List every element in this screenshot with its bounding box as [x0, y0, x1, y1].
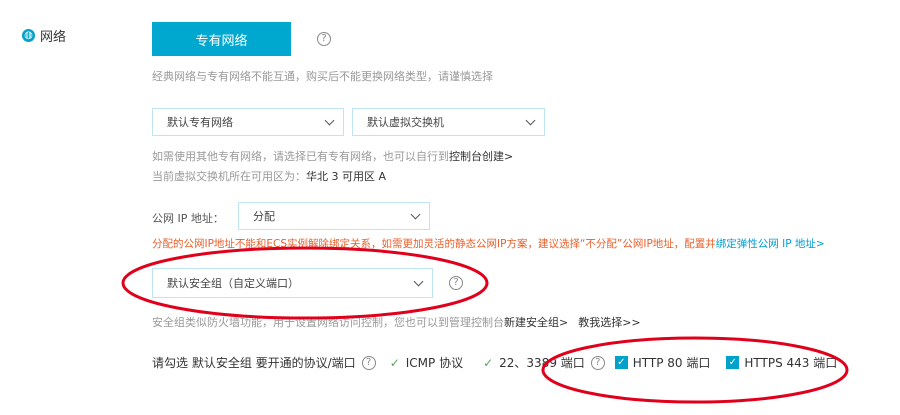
public-ip-select-value: 分配	[253, 210, 275, 223]
icmp-protocol: ICMP 协议	[405, 356, 464, 370]
section-title: 网络	[40, 30, 67, 45]
security-group-select[interactable]: 默认安全组（自定义端口）	[152, 268, 433, 298]
network-help-icon[interactable]: ?	[317, 32, 331, 46]
http-port-label: HTTP 80 端口	[632, 356, 711, 370]
ssh-rdp-help-icon[interactable]: ?	[590, 355, 605, 370]
network-section-label: ◍ 网络	[22, 26, 66, 45]
zone-note-prefix: 当前虚拟交换机所在可用区为：	[152, 170, 306, 183]
https-checkbox[interactable]: ✓	[726, 356, 740, 369]
ports-label: 请勾选 默认安全组 要开通的协议/端口	[152, 356, 356, 370]
ssh-rdp-ports: 22、3389 端口	[499, 356, 585, 370]
annotation-overlay	[121, 246, 849, 404]
console-create-link[interactable]: 控制台创建>	[449, 150, 513, 163]
check-icon: ✓	[483, 355, 494, 370]
chevron-down-icon	[324, 115, 335, 126]
bind-eip-link[interactable]: 绑定弹性公网 IP 地址>	[716, 238, 825, 250]
zone-value: 华北 3 可用区 A	[306, 170, 387, 183]
vpc-tab-button[interactable]: 专有网络	[152, 22, 291, 56]
check-icon: ✓	[389, 355, 400, 370]
security-group-help-icon[interactable]: ?	[449, 276, 463, 290]
https-port-label: HTTPS 443 端口	[744, 356, 838, 370]
chevron-down-icon	[525, 115, 536, 126]
security-group-select-value: 默认安全组（自定义端口）	[167, 277, 299, 290]
zone-note: 当前虚拟交换机所在可用区为：华北 3 可用区 A	[152, 168, 386, 184]
ip-warning-text: 分配的公网IP地址不能和ECS实例解除绑定关系，如需更加灵活的静态公网IP方案，…	[152, 238, 716, 250]
create-security-group-link[interactable]: 新建安全组>	[504, 316, 568, 329]
teach-me-choose-link[interactable]: 教我选择>>	[578, 316, 640, 329]
vpc-note-text: 如需使用其他专有网络，请选择已有专有网络，也可以自行到	[152, 150, 449, 163]
sg-note-text: 安全组类似防火墙功能，用于设置网络访问控制，您也可以到管理控制台	[152, 316, 504, 329]
public-ip-label: 公网 IP 地址：	[152, 212, 224, 225]
vpc-tab-label: 专有网络	[195, 33, 248, 49]
ip-warning: 分配的公网IP地址不能和ECS实例解除绑定关系，如需更加灵活的静态公网IP方案，…	[152, 236, 825, 251]
network-type-note: 经典网络与专有网络不能互通，购买后不能更换网络类型，请谨慎选择	[152, 70, 493, 83]
chevron-down-icon	[410, 209, 421, 220]
ports-row: 请勾选 默认安全组 要开通的协议/端口 ? ✓ ICMP 协议 ✓ 22、338…	[152, 354, 853, 371]
vpc-select-value: 默认专有网络	[167, 116, 233, 129]
vpc-select[interactable]: 默认专有网络	[152, 108, 344, 136]
chevron-down-icon	[413, 276, 424, 287]
public-ip-select[interactable]: 分配	[238, 202, 430, 230]
ports-help-icon[interactable]: ?	[361, 355, 376, 370]
globe-icon: ◍	[22, 29, 35, 42]
vswitch-select-value: 默认虚拟交换机	[367, 116, 444, 129]
http-checkbox[interactable]: ✓	[614, 356, 628, 369]
security-group-note: 安全组类似防火墙功能，用于设置网络访问控制，您也可以到管理控制台新建安全组> 教我…	[152, 314, 641, 330]
vswitch-select[interactable]: 默认虚拟交换机	[352, 108, 545, 136]
vpc-note: 如需使用其他专有网络，请选择已有专有网络，也可以自行到控制台创建>	[152, 148, 513, 164]
